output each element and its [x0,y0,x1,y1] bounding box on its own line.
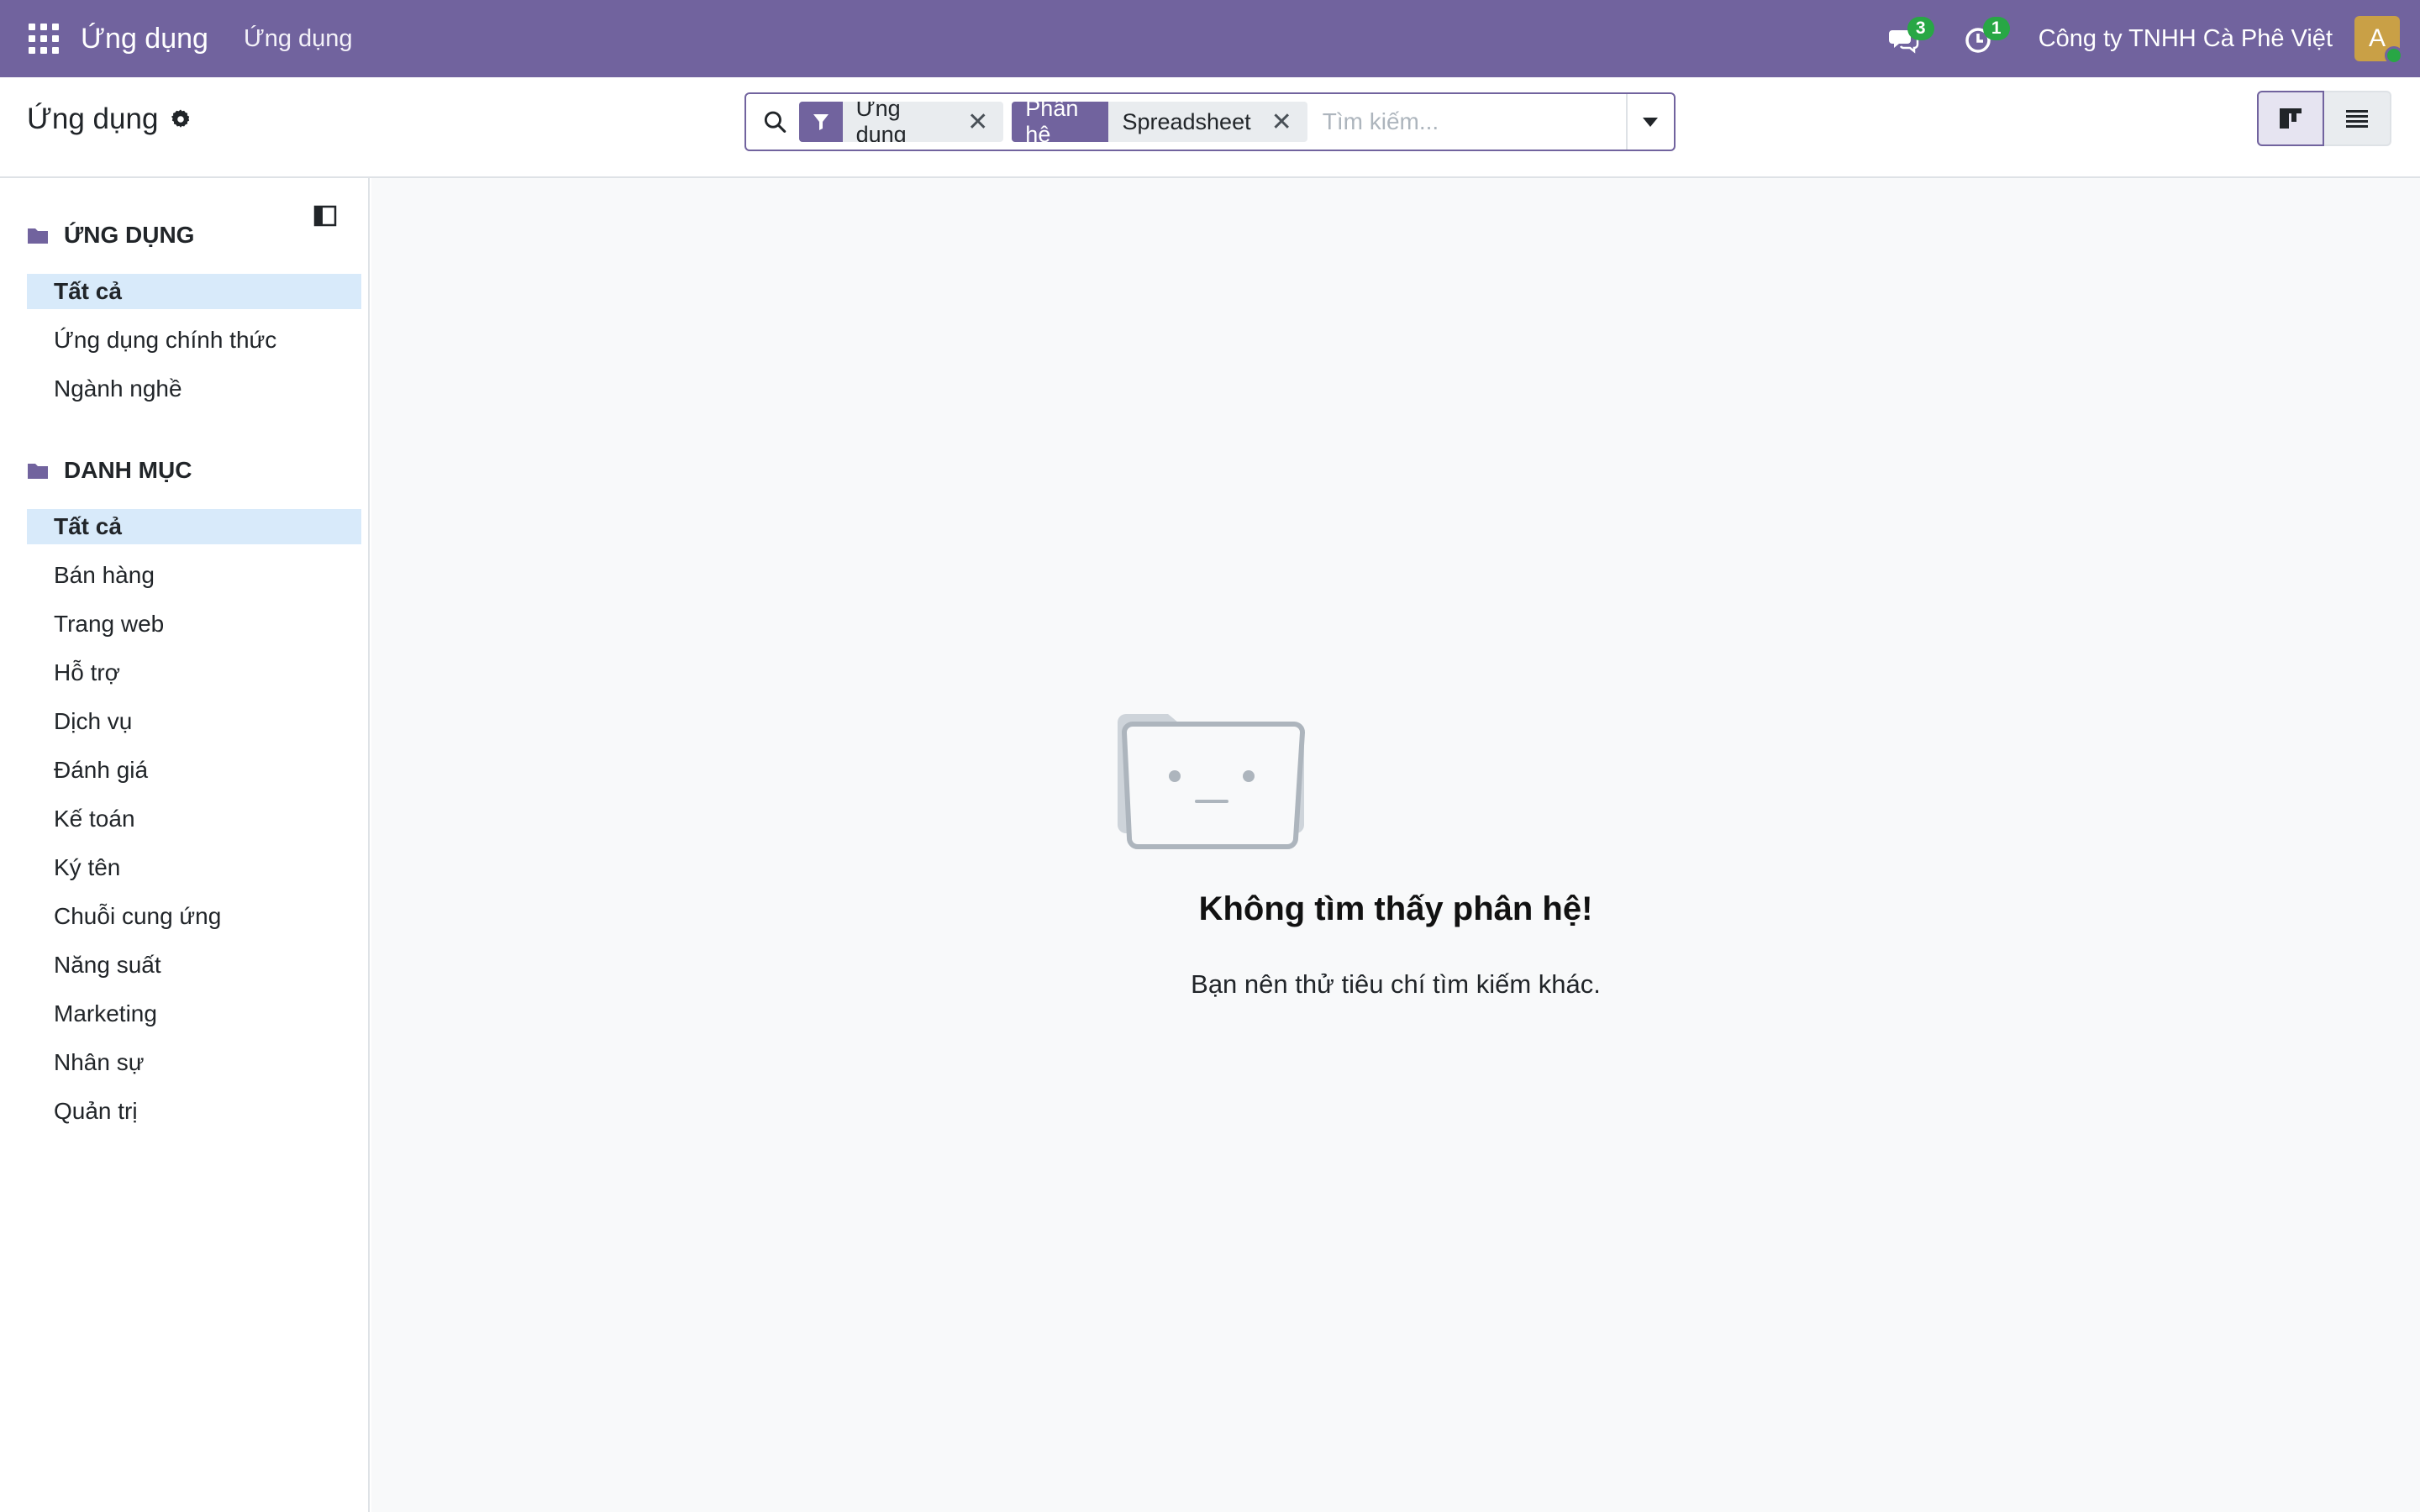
activities-button[interactable]: 1 [1963,17,2010,55]
nav-menu-apps[interactable]: Ứng dụng [244,25,353,53]
filter-icon [813,114,829,130]
online-status-icon [2385,46,2403,65]
section-header-apps: ỨNG DỤNG [27,222,194,249]
kanban-view-button[interactable] [2257,91,2324,146]
folder-icon [28,228,48,244]
avatar-initial: A [2368,24,2386,52]
empty-folder-icon [1118,714,1306,849]
section-title: DANH MỤC [64,457,192,483]
sidebar-item-category-all[interactable]: Tất cả [27,509,361,544]
sidebar-item-productivity[interactable]: Năng suất [27,948,361,983]
search-input[interactable] [1315,97,1626,147]
top-navbar: Ứng dụng Ứng dụng 3 1 Công ty TNHH Cà Ph… [0,0,2420,77]
control-panel: Ứng dụng Ứng dụng ✕ Phân hệ Spreadsheet … [0,77,2420,178]
kanban-icon [2280,108,2302,129]
sidebar-item-administration[interactable]: Quản trị [27,1094,361,1129]
app-menu-icon[interactable] [29,24,59,54]
sidebar-item-services[interactable]: Dịch vụ [27,704,361,739]
collapse-sidebar-icon[interactable] [313,203,338,228]
main-content: Không tìm thấy phân hệ! Bạn nên thử tiêu… [371,178,2420,1512]
breadcrumb: Ứng dụng [27,102,192,136]
search-panel-sidebar: ỨNG DỤNG Tất cả Ứng dụng chính thức Ngàn… [0,178,370,1512]
empty-state-title: Không tìm thấy phân hệ! [1198,890,1593,927]
sidebar-item-supply-chain[interactable]: Chuỗi cung ứng [27,899,361,934]
search-bar: Ứng dụng ✕ Phân hệ Spreadsheet ✕ [744,92,1676,151]
search-facet-apps: Ứng dụng ✕ [798,102,1004,142]
facet-label: Phân hệ [1012,102,1109,142]
empty-state-message: Bạn nên thử tiêu chí tìm kiếm khác. [1191,969,1601,999]
list-icon [2346,110,2368,128]
sidebar-item-website[interactable]: Trang web [27,606,361,642]
messages-button[interactable]: 3 [1887,17,1934,55]
search-icon[interactable] [763,109,787,134]
page-title: Ứng dụng [27,102,159,135]
facet-filter-label [798,102,843,142]
sidebar-item-sales[interactable]: Bán hàng [27,558,361,593]
view-switcher [2257,91,2391,146]
sidebar-item-reviews[interactable]: Đánh giá [27,753,361,788]
user-avatar[interactable]: A [2354,16,2403,65]
remove-facet-button[interactable]: ✕ [1265,102,1307,142]
sidebar-item-industries[interactable]: Ngành nghề [27,371,361,407]
messages-count-badge: 3 [1907,17,1934,40]
list-view-button[interactable] [2324,91,2391,146]
app-brand[interactable]: Ứng dụng [81,23,208,55]
facet-value: Ứng dụng [855,102,907,142]
section-title: ỨNG DỤNG [64,222,195,248]
facet-value: Spreadsheet [1122,108,1251,134]
sidebar-item-human-resources[interactable]: Nhân sự [27,1045,361,1080]
search-facet-module: Phân hệ Spreadsheet ✕ [1012,102,1307,142]
sidebar-item-sign[interactable]: Ký tên [27,850,361,885]
gear-icon[interactable] [170,108,192,130]
company-switcher[interactable]: Công ty TNHH Cà Phê Việt [2039,25,2333,53]
search-options-toggle[interactable] [1625,94,1674,150]
sidebar-item-helpdesk[interactable]: Hỗ trợ [27,655,361,690]
activities-count-badge: 1 [1982,17,2010,40]
sidebar-item-official-apps[interactable]: Ứng dụng chính thức [27,323,361,358]
sidebar-item-accounting[interactable]: Kế toán [27,801,361,837]
caret-down-icon [1643,117,1659,127]
remove-facet-button[interactable]: ✕ [960,102,1003,142]
section-header-categories: DANH MỤC [27,457,192,484]
sidebar-item-marketing[interactable]: Marketing [27,996,361,1032]
folder-icon [28,464,48,479]
sidebar-item-apps-all[interactable]: Tất cả [27,274,361,309]
